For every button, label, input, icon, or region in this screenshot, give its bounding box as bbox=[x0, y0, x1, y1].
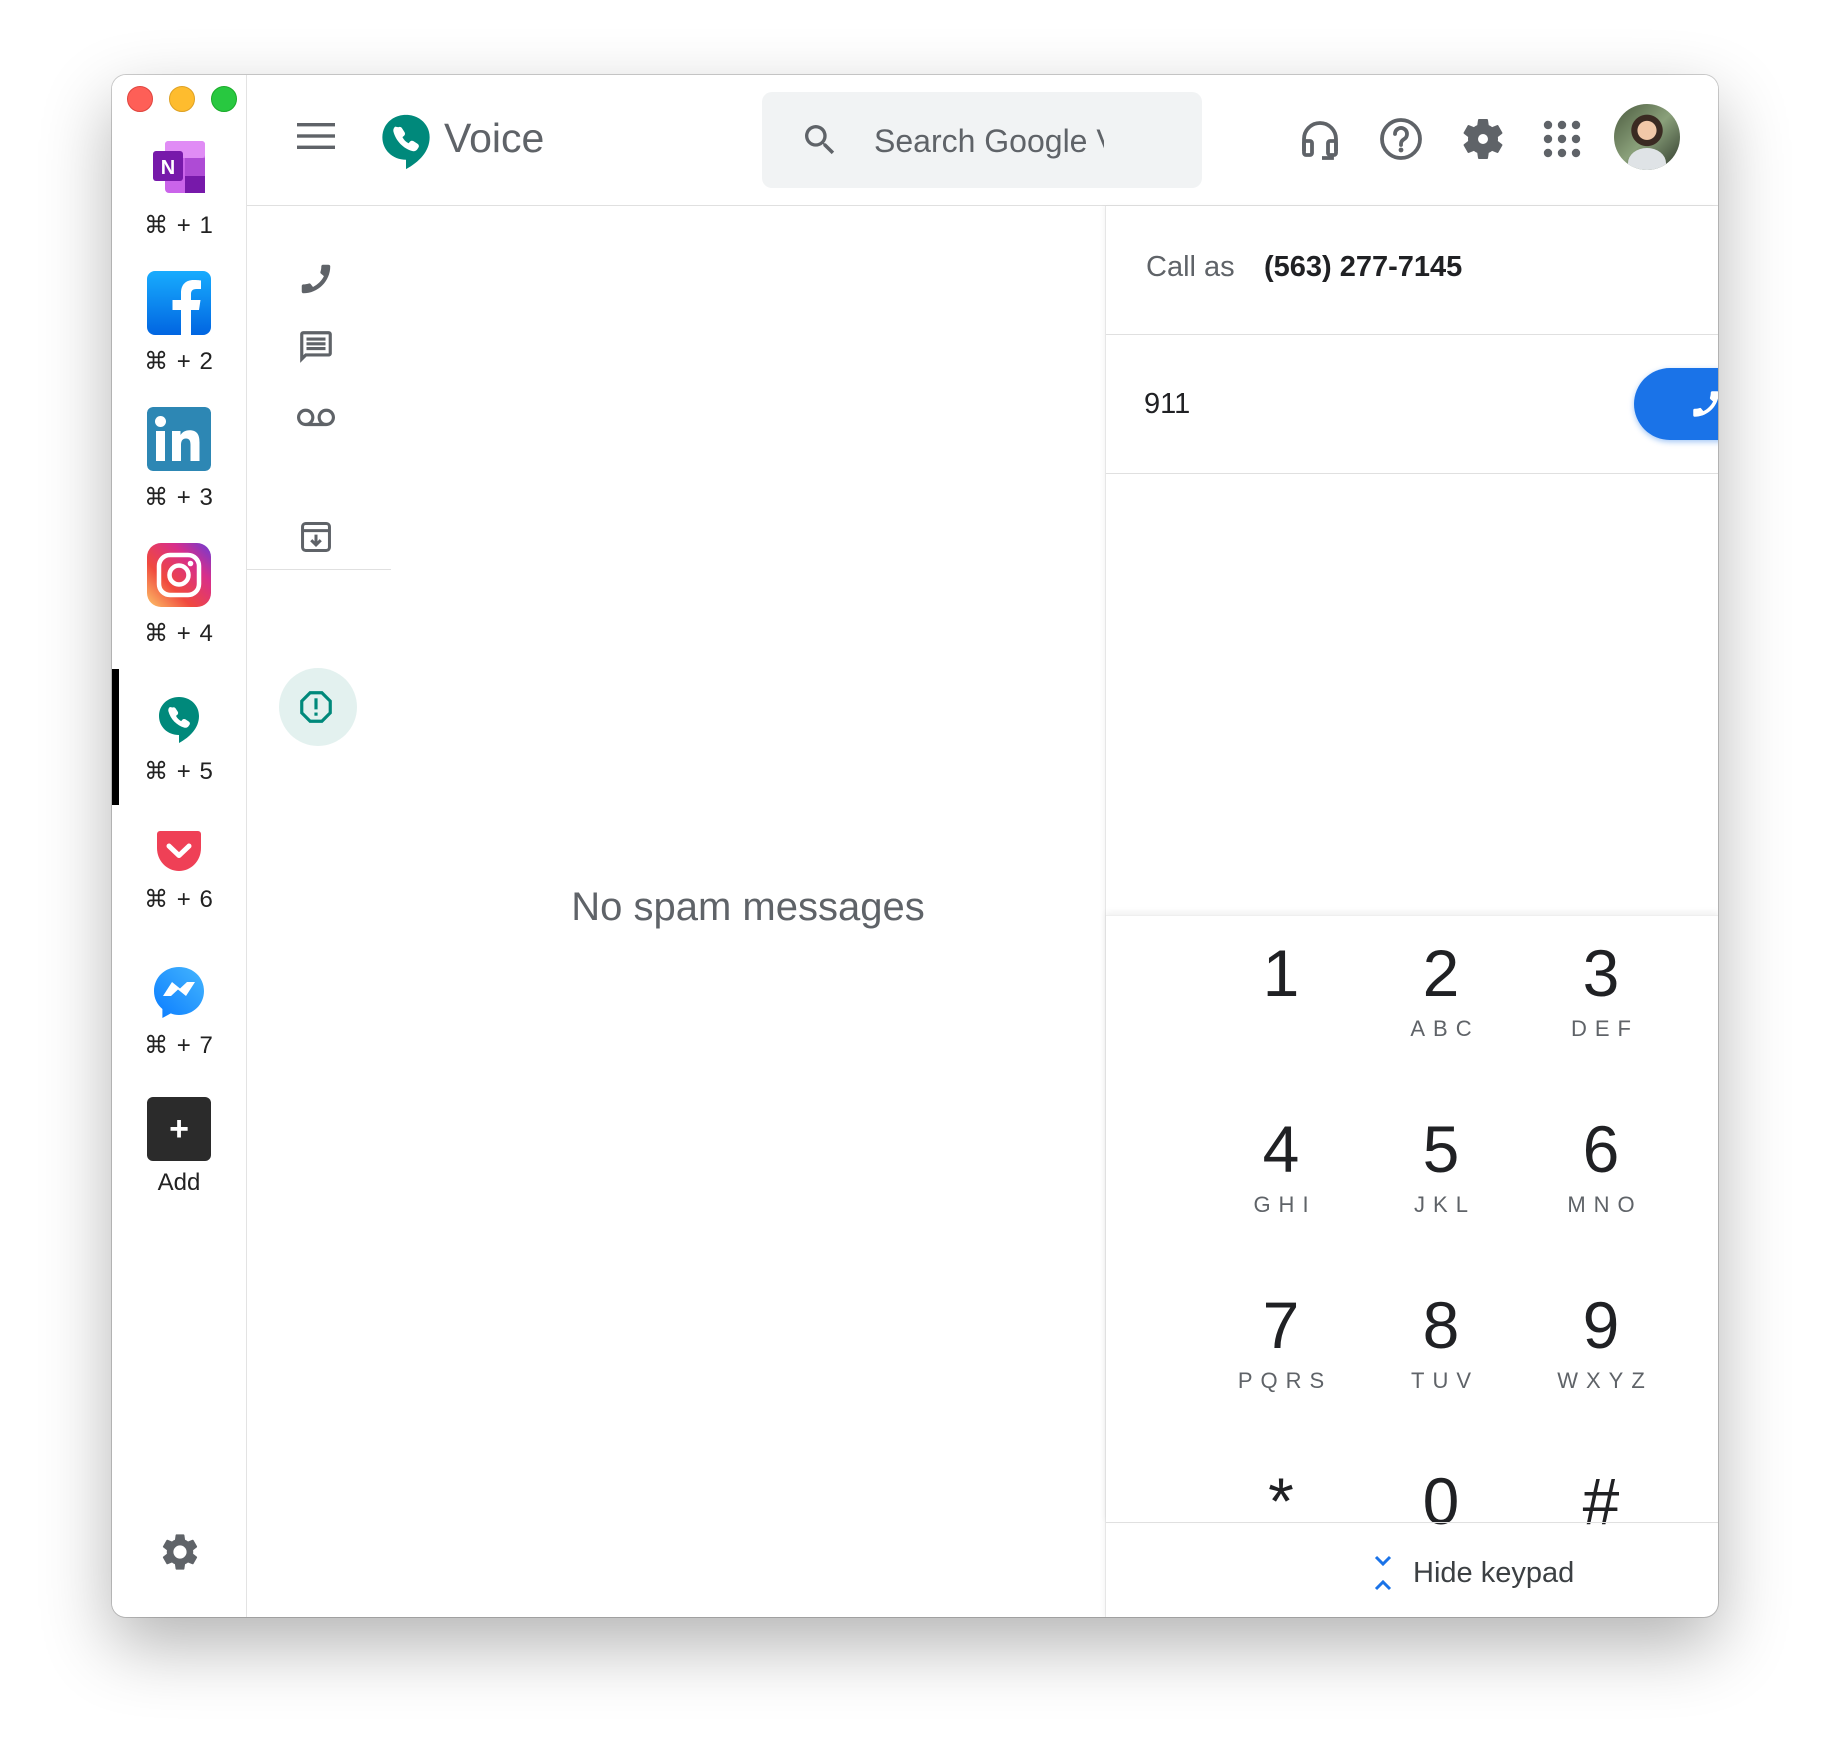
facebook-icon bbox=[147, 271, 211, 335]
switcher-item-instagram[interactable]: ⌘ + 4 bbox=[112, 541, 246, 677]
switcher-item-facebook[interactable]: ⌘ + 2 bbox=[112, 269, 246, 405]
zoom-window-button[interactable] bbox=[211, 86, 237, 112]
voicemail-nav-icon[interactable] bbox=[297, 396, 335, 434]
key-letters: PQRS bbox=[1237, 1368, 1333, 1393]
key-9[interactable]: 9 WXYZ bbox=[1521, 1268, 1681, 1428]
key-digit: 5 bbox=[1422, 1112, 1460, 1186]
call-as-number[interactable]: (563) 277-7145 bbox=[1264, 251, 1462, 284]
hide-keypad-button[interactable]: Hide keypad bbox=[1371, 1551, 1574, 1595]
phone-icon bbox=[1693, 391, 1718, 417]
switcher-shortcut-label: ⌘ + 2 bbox=[144, 348, 214, 375]
switcher-item-onenote[interactable]: N ⌘ + 1 bbox=[112, 133, 246, 269]
key-digit: 2 bbox=[1422, 936, 1460, 1010]
switcher-item-pocket[interactable]: ⌘ + 6 bbox=[112, 805, 246, 941]
voice-icon bbox=[159, 697, 199, 743]
archive-nav-icon[interactable] bbox=[297, 518, 335, 556]
key-letters: JKL bbox=[1414, 1192, 1476, 1217]
help-icon[interactable] bbox=[1377, 115, 1425, 163]
key-digit: 6 bbox=[1582, 1112, 1620, 1186]
empty-state-message: No spam messages bbox=[571, 885, 925, 929]
switcher-shortcut-label: ⌘ + 4 bbox=[144, 620, 214, 647]
key-letters: ABC bbox=[1410, 1016, 1480, 1041]
switcher-item-voice[interactable]: ⌘ + 5 bbox=[112, 669, 246, 805]
plus-icon: + bbox=[147, 1097, 211, 1161]
app-switcher-sidebar: N ⌘ + 1 ⌘ + 2 ⌘ + 3 ⌘ + 4 ⌘ + 5 ⌘ + 6 ⌘ … bbox=[112, 75, 247, 1617]
close-window-button[interactable] bbox=[127, 86, 153, 112]
keypad: 1 2 ABC 3 DEF 4 GHI 5 JKL 6 MNO 7 PQRS 8… bbox=[1106, 915, 1718, 1538]
window-controls bbox=[127, 86, 237, 112]
calls-nav-icon[interactable] bbox=[297, 260, 335, 298]
key-digit: 1 bbox=[1262, 936, 1300, 1010]
key-digit: 9 bbox=[1582, 1288, 1620, 1362]
messenger-icon bbox=[154, 967, 204, 1018]
key-digit: 8 bbox=[1422, 1288, 1460, 1362]
key-5[interactable]: 5 JKL bbox=[1361, 1092, 1521, 1252]
hide-keypad-label: Hide keypad bbox=[1413, 1556, 1575, 1589]
key-8[interactable]: 8 TUV bbox=[1361, 1268, 1521, 1428]
messages-nav-icon[interactable] bbox=[297, 328, 335, 366]
settings-icon[interactable] bbox=[1459, 115, 1507, 163]
onenote-icon: N bbox=[153, 141, 205, 193]
switcher-shortcut-label: ⌘ + 7 bbox=[144, 1032, 214, 1059]
collapse-icon bbox=[1374, 1555, 1392, 1591]
app-window: N ⌘ + 1 ⌘ + 2 ⌘ + 3 ⌘ + 4 ⌘ + 5 ⌘ + 6 ⌘ … bbox=[112, 75, 1718, 1617]
nav-divider bbox=[247, 569, 391, 570]
switcher-item-messenger[interactable]: ⌘ + 7 bbox=[112, 941, 246, 1077]
key-digit: 3 bbox=[1582, 936, 1620, 1010]
key-2[interactable]: 2 ABC bbox=[1361, 916, 1521, 1076]
key-digit: 4 bbox=[1262, 1112, 1300, 1186]
hide-keypad-row: Hide keypad bbox=[1106, 1522, 1718, 1617]
switcher-shortcut-label: ⌘ + 5 bbox=[144, 758, 214, 785]
add-app-label: Add bbox=[157, 1169, 201, 1196]
search-input[interactable] bbox=[872, 116, 1106, 166]
voice-logo-icon bbox=[382, 114, 430, 170]
key-letters: DEF bbox=[1571, 1016, 1639, 1041]
key-1[interactable]: 1 bbox=[1201, 916, 1361, 1076]
add-app-button[interactable]: + Add bbox=[112, 1097, 246, 1233]
dialer-panel: Call as (563) 277-7145 1 2 ABC 3 DEF bbox=[1105, 206, 1718, 1617]
key-3[interactable]: 3 DEF bbox=[1521, 916, 1681, 1076]
switcher-shortcut-label: ⌘ + 1 bbox=[144, 212, 214, 239]
svg-text:N: N bbox=[161, 157, 175, 179]
key-letters: MNO bbox=[1567, 1192, 1643, 1217]
top-app-bar: Voice bbox=[247, 75, 1718, 206]
search-icon[interactable] bbox=[800, 120, 840, 160]
key-6[interactable]: 6 MNO bbox=[1521, 1092, 1681, 1252]
key-letters: WXYZ bbox=[1557, 1368, 1653, 1393]
key-digit: 7 bbox=[1262, 1288, 1300, 1362]
switcher-settings-icon[interactable] bbox=[158, 1530, 202, 1574]
spam-nav-icon[interactable] bbox=[297, 688, 335, 726]
key-letters: TUV bbox=[1411, 1368, 1479, 1393]
minimize-window-button[interactable] bbox=[169, 86, 195, 112]
dial-number-row bbox=[1106, 335, 1718, 474]
nav-rail bbox=[247, 206, 391, 746]
account-avatar[interactable] bbox=[1614, 104, 1680, 170]
call-button[interactable] bbox=[1634, 368, 1718, 440]
linkedin-icon bbox=[147, 407, 211, 471]
dial-number-input[interactable] bbox=[1142, 381, 1526, 427]
search-bar[interactable] bbox=[762, 92, 1202, 188]
key-letters: GHI bbox=[1253, 1192, 1317, 1217]
message-list-area: No spam messages bbox=[391, 205, 1105, 1617]
instagram-icon bbox=[147, 543, 211, 607]
switcher-item-linkedin[interactable]: ⌘ + 3 bbox=[112, 405, 246, 541]
headset-icon[interactable] bbox=[1296, 115, 1344, 163]
app-title: Voice bbox=[444, 115, 545, 161]
key-4[interactable]: 4 GHI bbox=[1201, 1092, 1361, 1252]
pocket-icon bbox=[157, 831, 201, 871]
apps-grid-icon[interactable] bbox=[1538, 115, 1586, 163]
key-7[interactable]: 7 PQRS bbox=[1201, 1268, 1361, 1428]
call-as-label: Call as bbox=[1146, 251, 1235, 283]
switcher-shortcut-label: ⌘ + 3 bbox=[144, 484, 214, 511]
switcher-shortcut-label: ⌘ + 6 bbox=[144, 886, 214, 913]
menu-icon[interactable] bbox=[297, 121, 335, 151]
call-as-row[interactable]: Call as (563) 277-7145 bbox=[1106, 206, 1718, 335]
